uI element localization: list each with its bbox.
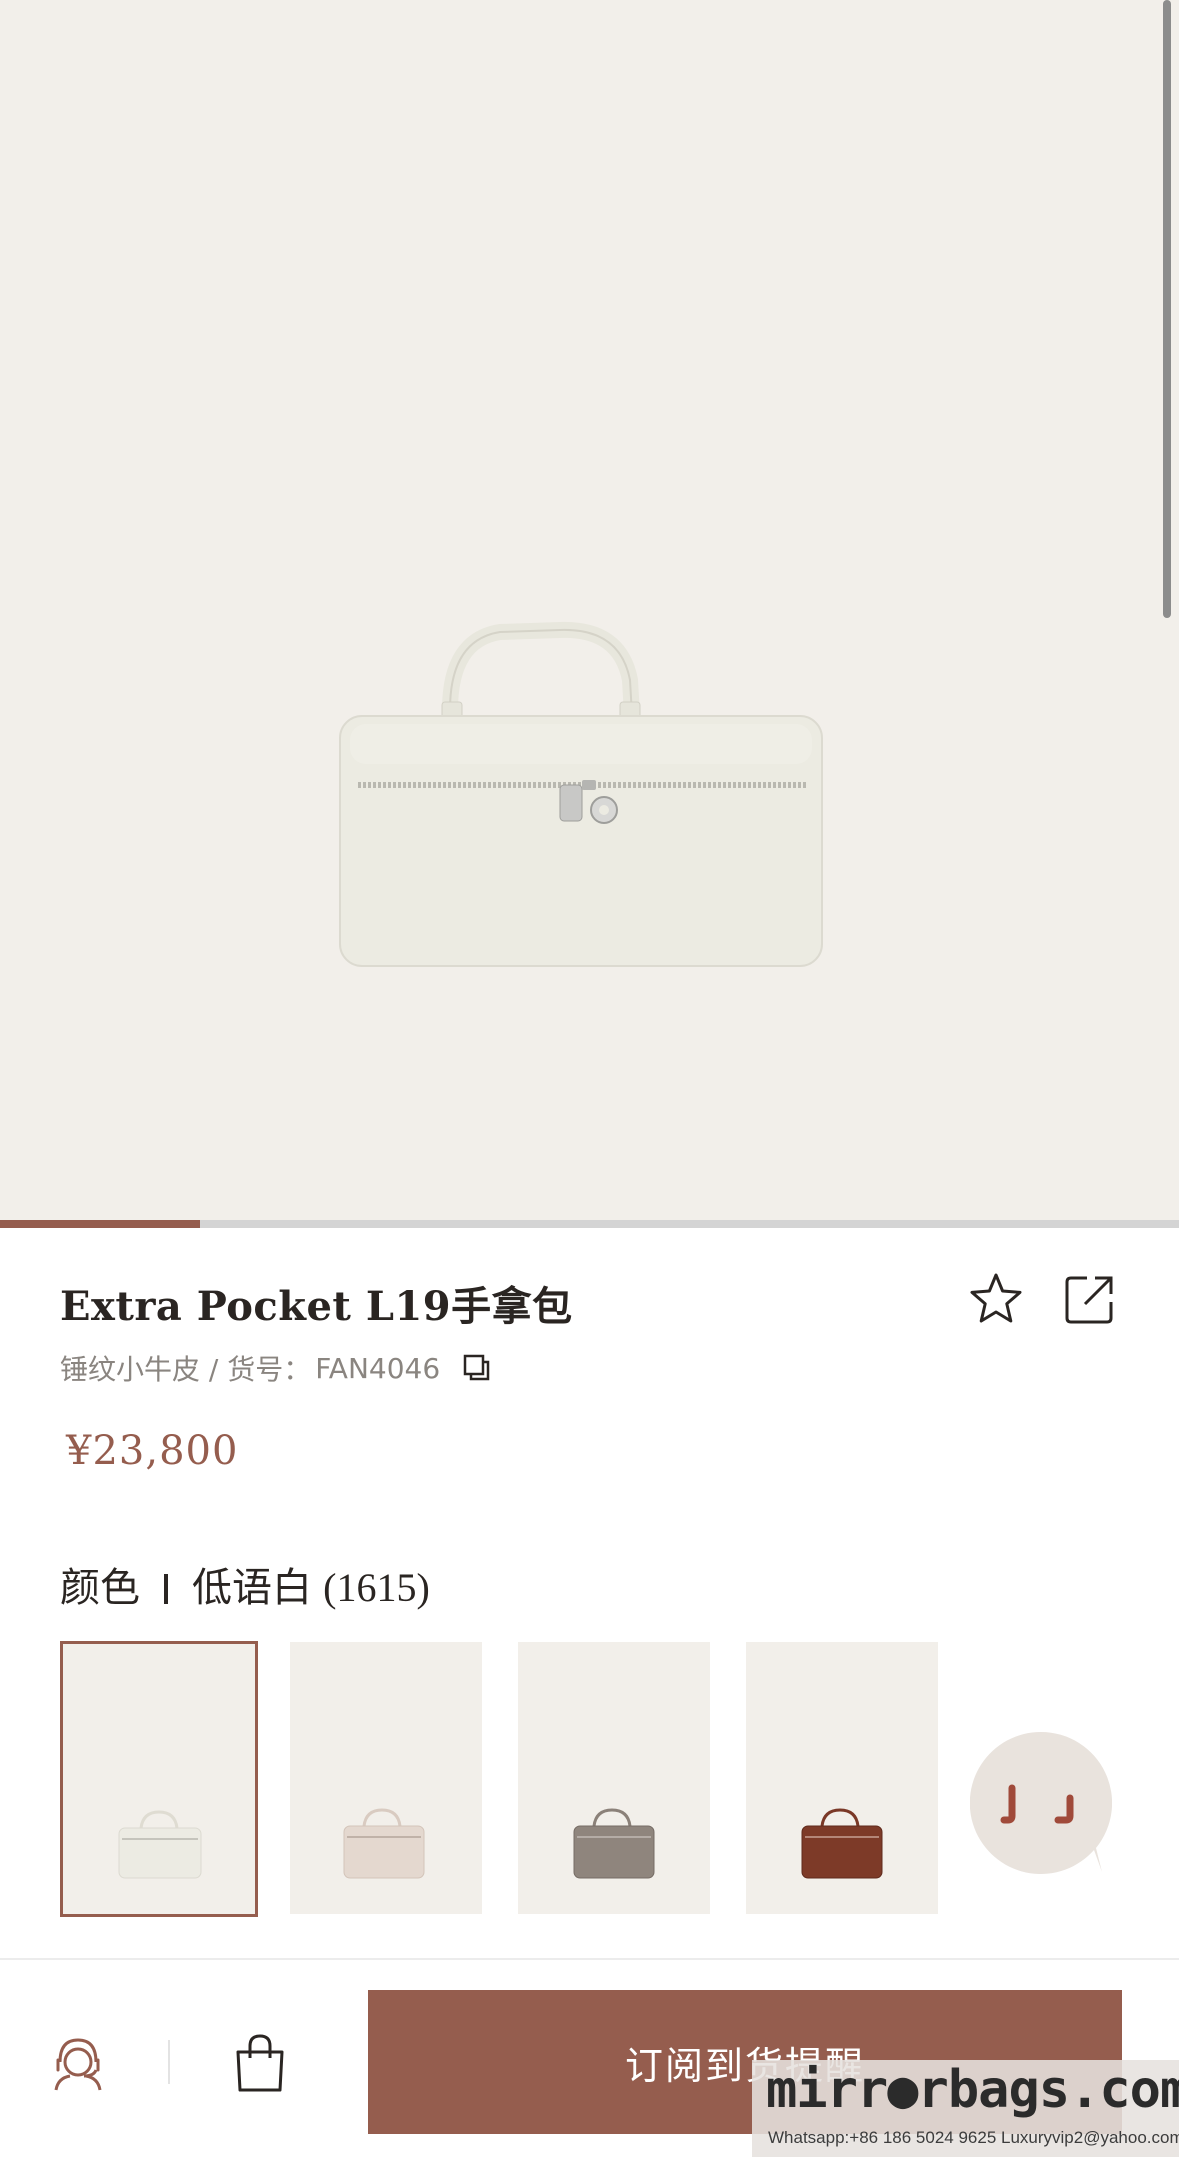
swatch-bag-image	[801, 1808, 883, 1879]
share-button[interactable]	[1061, 1270, 1119, 1328]
sku-value: FAN4046	[315, 1351, 441, 1385]
watermark-contact: Whatsapp:+86 186 5024 9625 Luxuryvip2@ya…	[768, 2128, 1179, 2147]
gallery-progress-bar	[0, 1220, 1179, 1228]
share-icon	[1065, 1276, 1113, 1324]
gallery-progress-fill	[0, 1220, 201, 1228]
color-label: 颜色	[60, 1566, 140, 1610]
color-selector-label: 颜色 低语白 (1615)	[60, 1555, 430, 1613]
product-header: Extra Pocket L19手拿包	[60, 1270, 1119, 1330]
star-icon	[970, 1273, 1022, 1323]
selected-color-code: (1615)	[323, 1565, 430, 1610]
customer-service-icon	[54, 2038, 102, 2091]
product-meta: 锤纹小牛皮 / 货号： FAN4046	[60, 1348, 492, 1388]
material-label: 锤纹小牛皮 / 货号：	[60, 1353, 312, 1386]
swatch-bag-image	[118, 1810, 202, 1879]
product-price: ¥23,800	[66, 1428, 239, 1474]
copy-sku-button[interactable]	[462, 1353, 492, 1383]
color-swatch-brown[interactable]	[746, 1642, 938, 1914]
copy-icon	[463, 1354, 490, 1381]
favorite-button[interactable]	[967, 1270, 1025, 1328]
product-image-gallery[interactable]	[0, 0, 1179, 1220]
shopping-bag-button[interactable]	[230, 2032, 290, 2094]
chat-button[interactable]	[969, 1731, 1113, 1874]
product-image	[339, 621, 823, 967]
shopping-bag-icon	[236, 2034, 284, 2092]
customer-service-button[interactable]	[48, 2032, 108, 2094]
color-separator	[164, 1574, 168, 1604]
gallery-scrollbar[interactable]	[1163, 0, 1171, 618]
selected-color-name: 低语白	[192, 1566, 312, 1610]
bottom-bar-divider	[168, 2040, 170, 2084]
color-swatch-taupe[interactable]	[518, 1642, 710, 1914]
watermark: mirr●rbags.com Whatsapp:+86 186 5024 962…	[752, 2060, 1179, 2157]
swatch-bag-image	[343, 1808, 425, 1879]
color-swatch-whisper-white[interactable]	[60, 1641, 258, 1917]
watermark-brand: mirr●rbags.com	[766, 2060, 1179, 2120]
color-swatch-beige[interactable]	[290, 1642, 482, 1914]
product-title: Extra Pocket L19手拿包	[60, 1283, 573, 1330]
swatch-bag-image	[573, 1808, 655, 1879]
chat-icon	[969, 1731, 1113, 1874]
